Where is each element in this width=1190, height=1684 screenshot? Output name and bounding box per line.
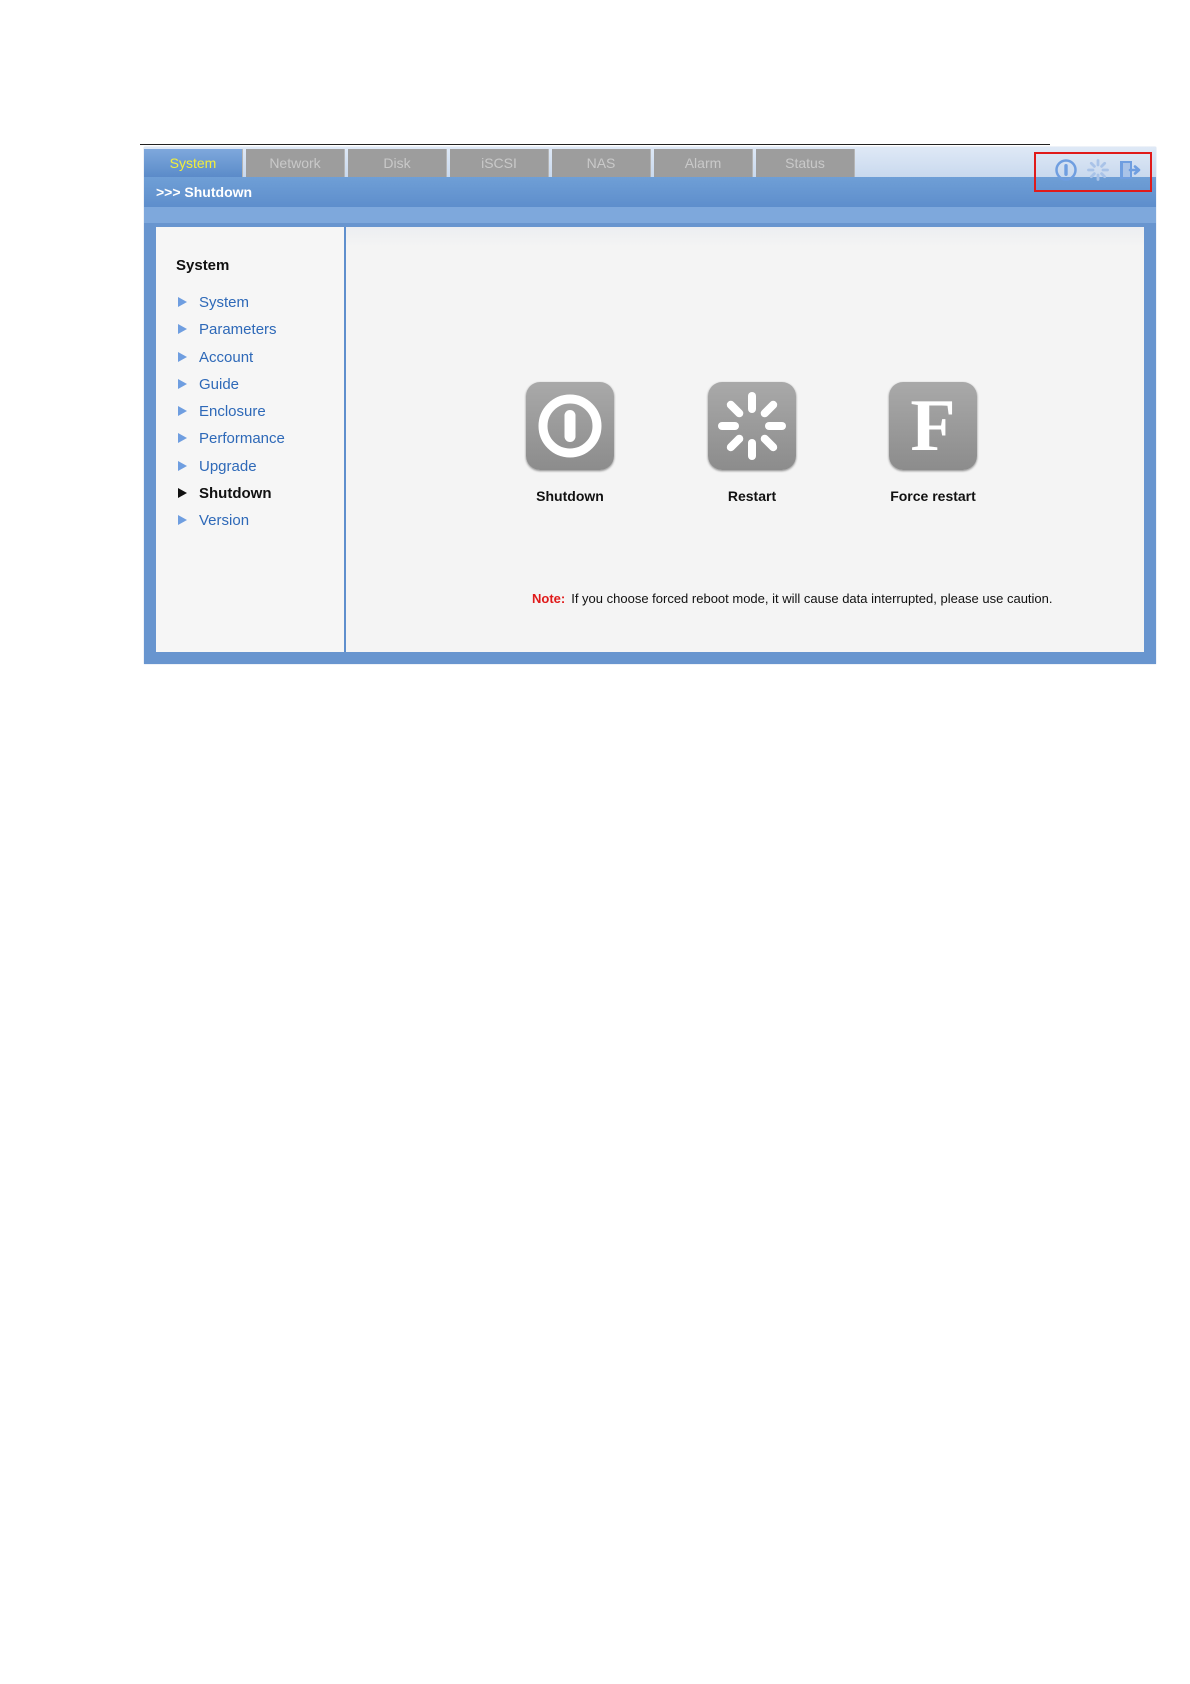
logout-icon[interactable] bbox=[1118, 158, 1142, 182]
sidebar-item-label: Guide bbox=[199, 375, 240, 393]
force-restart-icon: F bbox=[910, 385, 956, 467]
tab-network[interactable]: Network bbox=[246, 149, 345, 177]
sidebar-menu: System Parameters Account Guide Enclosur… bbox=[176, 295, 285, 541]
triangle-bullet-icon bbox=[178, 378, 187, 389]
tab-disk[interactable]: Disk bbox=[348, 149, 447, 177]
shutdown-button[interactable]: Shutdown bbox=[505, 382, 635, 504]
restart-spinner-icon bbox=[718, 392, 786, 460]
main-tab-bar: System Network Disk iSCSI NAS Alarm Stat… bbox=[144, 147, 1156, 177]
top-divider bbox=[140, 144, 1050, 145]
sidebar-item-label: Performance bbox=[199, 430, 285, 448]
header-stripe bbox=[144, 207, 1156, 223]
caution-note: Note: If you choose forced reboot mode, i… bbox=[532, 591, 1053, 606]
shutdown-label: Shutdown bbox=[536, 488, 604, 504]
sidebar-item-enclosure[interactable]: Enclosure bbox=[176, 404, 285, 431]
restart-tile[interactable] bbox=[708, 382, 796, 470]
power-icon[interactable] bbox=[1054, 158, 1078, 182]
sidebar-item-label: Account bbox=[199, 348, 254, 366]
restart-label: Restart bbox=[727, 488, 777, 504]
sidebar-item-label: System bbox=[199, 294, 250, 311]
triangle-bullet-icon bbox=[178, 297, 187, 307]
sidebar-item-guide[interactable]: Guide bbox=[176, 375, 285, 404]
triangle-bullet-icon bbox=[178, 515, 187, 526]
restart-button[interactable]: Restart bbox=[687, 382, 817, 504]
tab-system[interactable]: System bbox=[144, 149, 243, 177]
header-icon-tray bbox=[1034, 152, 1152, 192]
sidebar-item-shutdown[interactable]: Shutdown bbox=[176, 486, 285, 513]
triangle-bullet-icon bbox=[178, 460, 187, 471]
force-restart-tile[interactable]: F bbox=[889, 382, 977, 470]
breadcrumb-bar: >>> Shutdown bbox=[144, 177, 1156, 207]
tab-iscsi[interactable]: iSCSI bbox=[450, 149, 549, 177]
tab-alarm[interactable]: Alarm bbox=[654, 149, 753, 177]
note-text: If you choose forced reboot mode, it wil… bbox=[571, 591, 1053, 606]
sidebar-item-upgrade[interactable]: Upgrade bbox=[176, 457, 285, 486]
sidebar-item-performance[interactable]: Performance bbox=[176, 431, 285, 458]
sidebar-item-version[interactable]: Version bbox=[176, 513, 285, 540]
sidebar-item-system[interactable]: System bbox=[176, 295, 285, 322]
force-restart-label: Force restart bbox=[890, 488, 976, 504]
shutdown-tile[interactable] bbox=[526, 382, 614, 470]
app-window: System Network Disk iSCSI NAS Alarm Stat… bbox=[144, 147, 1156, 664]
sidebar-item-label: Shutdown bbox=[199, 485, 272, 503]
sidebar-item-account[interactable]: Account bbox=[176, 348, 285, 377]
triangle-bullet-icon bbox=[178, 406, 187, 417]
sidebar-item-parameters[interactable]: Parameters bbox=[176, 322, 285, 349]
sidebar: System System Parameters Account Guide E… bbox=[156, 227, 346, 652]
sidebar-item-label: Parameters bbox=[199, 321, 277, 339]
restart-spinner-icon[interactable] bbox=[1086, 158, 1110, 182]
triangle-bullet-icon bbox=[178, 324, 187, 335]
breadcrumb: >>> Shutdown bbox=[156, 184, 253, 200]
sidebar-item-label: Enclosure bbox=[199, 403, 266, 421]
sidebar-item-label: Upgrade bbox=[199, 457, 257, 475]
note-label: Note: bbox=[532, 591, 566, 606]
sidebar-title: System bbox=[176, 257, 230, 274]
tab-status[interactable]: Status bbox=[756, 149, 855, 177]
force-restart-button[interactable]: F Force restart bbox=[868, 382, 998, 504]
content-area: Shutdown Restart F Force restart Note: I… bbox=[346, 227, 1144, 652]
tab-nas[interactable]: NAS bbox=[552, 149, 651, 177]
triangle-bullet-icon bbox=[178, 488, 187, 499]
main-panel: System System Parameters Account Guide E… bbox=[156, 227, 1144, 652]
sidebar-item-label: Version bbox=[199, 512, 250, 530]
triangle-bullet-icon bbox=[178, 433, 187, 444]
power-icon bbox=[538, 394, 602, 458]
triangle-bullet-icon bbox=[178, 351, 187, 362]
